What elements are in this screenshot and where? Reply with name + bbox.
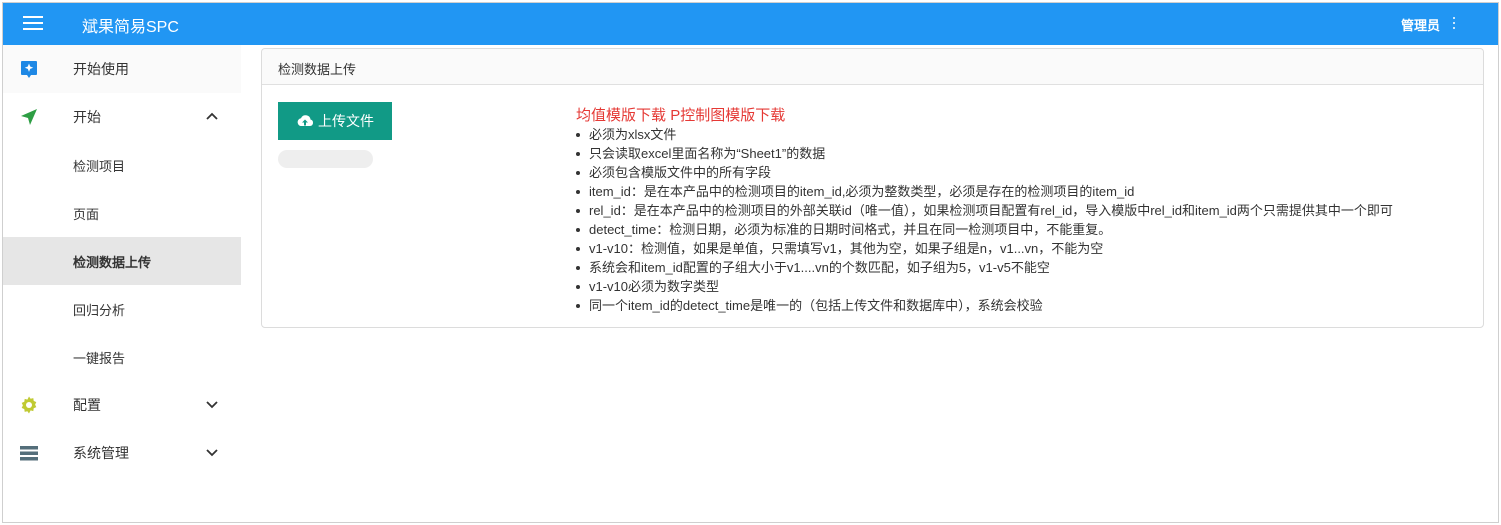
card-title: 检测数据上传 bbox=[262, 49, 1483, 85]
upload-card: 检测数据上传 上传文件 均值模版下载 P控制图模版下载 必须为xlsx文件 只会… bbox=[261, 48, 1484, 328]
gear-icon bbox=[21, 396, 37, 414]
list-item: 只会读取excel里面名称为“Sheet1”的数据 bbox=[575, 144, 1393, 163]
chevron-up-icon[interactable] bbox=[205, 109, 219, 123]
sidebar-item-label: 开始 bbox=[73, 109, 101, 125]
template-links: 均值模版下载 P控制图模版下载 bbox=[576, 104, 785, 125]
more-vert-icon[interactable] bbox=[1452, 17, 1456, 33]
sidebar-item-label: 页面 bbox=[73, 206, 100, 222]
list-item: 同一个item_id的detect_time是唯一的（包括上传文件和数据库中），… bbox=[575, 296, 1393, 315]
list-item: item_id：是在本产品中的检测项目的item_id,必须为整数类型，必须是存… bbox=[575, 182, 1393, 201]
sidebar: 开始使用 开始 检测项目 页面 检测数据上传 回归分析 一键报告 配置 系统管理 bbox=[3, 45, 241, 522]
sidebar-item-label: 一键报告 bbox=[73, 350, 126, 366]
sidebar-item-label: 检测项目 bbox=[73, 158, 126, 174]
app-window: 斌果简易SPC 管理员 开始使用 开始 检测项目 页面 检测数据上传 回归分析 … bbox=[2, 2, 1499, 523]
upload-progress bbox=[278, 150, 373, 168]
sidebar-item-label: 检测数据上传 bbox=[73, 254, 152, 270]
upload-button-label: 上传文件 bbox=[318, 113, 374, 129]
list-item: v1-v10：检测值，如果是单值，只需填写v1，其他为空，如果子组是n，v1..… bbox=[575, 239, 1393, 258]
user-menu[interactable]: 管理员 bbox=[1401, 15, 1452, 34]
hamburger-menu-icon[interactable] bbox=[23, 16, 43, 32]
mean-template-download-link[interactable]: 均值模版下载 bbox=[576, 107, 666, 124]
chevron-down-icon[interactable] bbox=[205, 445, 219, 459]
list-item: v1-v10必须为数字类型 bbox=[575, 277, 1393, 296]
main-content: 检测数据上传 上传文件 均值模版下载 P控制图模版下载 必须为xlsx文件 只会… bbox=[261, 45, 1498, 522]
navigation-arrow-icon bbox=[21, 109, 37, 125]
sparkle-badge-icon bbox=[21, 61, 37, 78]
list-item: 必须包含模版文件中的所有字段 bbox=[575, 163, 1393, 182]
sidebar-item-system-admin[interactable]: 系统管理 bbox=[3, 429, 241, 477]
list-item: rel_id：是在本产品中的检测项目的外部关联id（唯一值），如果检测项目配置有… bbox=[575, 201, 1393, 220]
upload-file-button[interactable]: 上传文件 bbox=[278, 102, 392, 140]
sidebar-item-label: 系统管理 bbox=[73, 445, 129, 461]
list-item: 必须为xlsx文件 bbox=[575, 125, 1393, 144]
app-title: 斌果简易SPC bbox=[82, 19, 179, 36]
top-app-bar: 斌果简易SPC 管理员 bbox=[3, 3, 1498, 45]
list-item: 系统会和item_id配置的子组大小于v1....vn的个数匹配，如子组为5，v… bbox=[575, 258, 1393, 277]
sidebar-item-pages[interactable]: 页面 bbox=[3, 189, 241, 237]
sidebar-item-label: 回归分析 bbox=[73, 302, 126, 318]
user-name: 管理员 bbox=[1400, 18, 1440, 33]
chevron-down-icon[interactable] bbox=[205, 397, 219, 411]
list-icon bbox=[20, 446, 38, 461]
sidebar-item-one-click-report[interactable]: 一键报告 bbox=[3, 333, 241, 381]
cloud-upload-icon bbox=[297, 115, 314, 126]
list-item: detect_time：检测日期，必须为标准的日期时间格式，并且在同一检测项目中… bbox=[575, 220, 1393, 239]
sidebar-item-inspection-items[interactable]: 检测项目 bbox=[3, 141, 241, 189]
sidebar-item-label: 配置 bbox=[73, 397, 101, 413]
sidebar-item-config[interactable]: 配置 bbox=[3, 381, 241, 429]
p-chart-template-download-link[interactable]: P控制图模版下载 bbox=[670, 107, 785, 124]
sidebar-item-getting-started[interactable]: 开始使用 bbox=[3, 45, 241, 93]
sidebar-item-regression-analysis[interactable]: 回归分析 bbox=[3, 285, 241, 333]
sidebar-item-label: 开始使用 bbox=[73, 61, 129, 77]
upload-rules-list: 必须为xlsx文件 只会读取excel里面名称为“Sheet1”的数据 必须包含… bbox=[575, 125, 1393, 315]
sidebar-item-start[interactable]: 开始 bbox=[3, 93, 241, 141]
sidebar-item-data-upload[interactable]: 检测数据上传 bbox=[3, 237, 241, 285]
